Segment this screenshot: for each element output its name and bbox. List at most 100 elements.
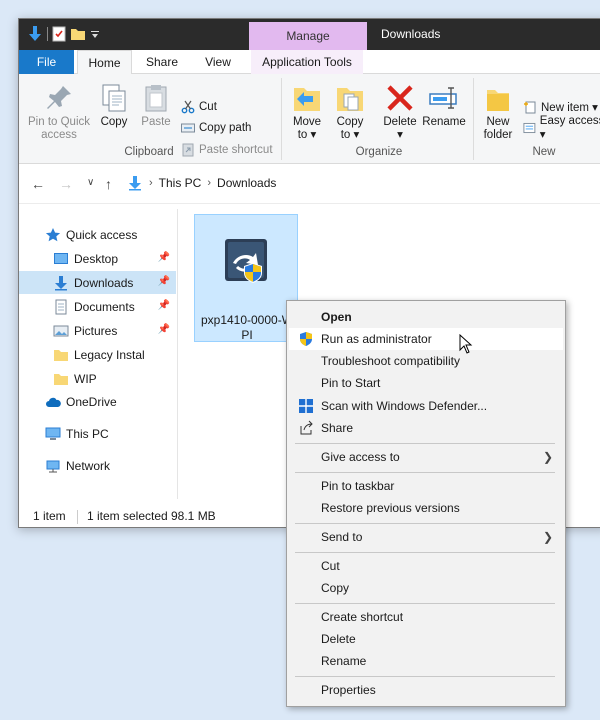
nav-item-onedrive[interactable]: OneDrive <box>19 390 176 413</box>
nav-item-desktop[interactable]: Desktop 📌 <box>19 247 176 270</box>
menu-item-troubleshoot-compatibility[interactable]: Troubleshoot compatibility <box>289 350 563 372</box>
properties-icon[interactable] <box>52 26 66 42</box>
pin-icon: 📌 <box>157 300 170 311</box>
menu-item-restore-previous-versions[interactable]: Restore previous versions <box>289 497 563 519</box>
copy-to-button[interactable]: Copy to ▾ <box>332 82 368 142</box>
nav-item-legacy-folder[interactable]: Legacy Install <box>19 343 176 366</box>
clipboard-group-label: Clipboard <box>124 146 174 158</box>
nav-item-documents[interactable]: Documents 📌 <box>19 295 176 318</box>
tab-home[interactable]: Home <box>77 50 132 75</box>
delete-x-icon <box>387 85 413 111</box>
new-item-button[interactable]: New item ▾ <box>523 98 598 116</box>
new-folder-big-icon <box>487 90 509 111</box>
nav-label-this-pc: This PC <box>66 426 109 441</box>
copy-path-button[interactable]: Copy path <box>181 119 251 137</box>
menu-item-give-access-to[interactable]: Give access to ❯ <box>289 446 563 468</box>
menu-label-give-access-to: Give access to <box>321 450 400 464</box>
breadcrumb-chevron-icon[interactable]: › <box>207 177 211 189</box>
menu-item-delete[interactable]: Delete <box>289 628 563 650</box>
nav-item-this-pc[interactable]: This PC <box>19 422 176 445</box>
desktop-icon <box>54 252 68 264</box>
scissors-icon <box>181 100 195 114</box>
tab-view[interactable]: View <box>193 50 243 74</box>
network-icon <box>46 460 60 472</box>
menu-separator <box>295 603 555 604</box>
recent-locations-chevron-icon[interactable]: ∨ <box>87 177 94 188</box>
new-item-label-word: New item <box>541 102 589 114</box>
rename-button[interactable]: Rename <box>421 82 467 129</box>
new-item-icon <box>524 101 536 114</box>
address-bar: ← → ∨ ↑ › This PC › Downloads <box>19 164 600 204</box>
tab-file[interactable]: File <box>19 50 74 74</box>
new-folder-icon[interactable] <box>70 27 86 41</box>
new-group-label: New <box>532 146 556 158</box>
ribbon-group-divider <box>281 78 282 160</box>
breadcrumb-this-pc[interactable]: This PC <box>159 176 202 190</box>
delete-button[interactable]: Delete ▾ <box>379 82 421 142</box>
cut-button[interactable]: Cut <box>181 98 217 116</box>
up-arrow-icon[interactable]: ↑ <box>105 176 112 192</box>
menu-separator <box>295 523 555 524</box>
copy-to-label-word: to <box>340 129 351 141</box>
window-title: Downloads <box>381 27 441 41</box>
paste-button[interactable]: Paste <box>137 82 175 129</box>
menu-item-pin-to-start[interactable]: Pin to Start <box>289 372 563 394</box>
breadcrumb-chevron-icon[interactable]: › <box>149 177 153 189</box>
menu-separator <box>295 552 555 553</box>
menu-item-pin-to-taskbar[interactable]: Pin to taskbar <box>289 475 563 497</box>
easy-access-button[interactable]: Easy access ▾ <box>523 115 600 141</box>
download-arrow-icon[interactable] <box>27 25 43 43</box>
pin-to-quick-access-button[interactable]: Pin to Quick access <box>25 82 93 142</box>
menu-item-run-as-administrator[interactable]: Run as administrator <box>289 328 563 350</box>
menu-item-create-shortcut[interactable]: Create shortcut <box>289 606 563 628</box>
pin-label-line1: Pin to Quick <box>28 116 90 128</box>
nav-item-network[interactable]: Network <box>19 454 176 477</box>
menu-item-cut[interactable]: Cut <box>289 555 563 577</box>
file-item-selected[interactable]: pxp1410-0000-W PI <box>194 214 298 342</box>
copy-path-icon <box>181 123 195 133</box>
nav-label-legacy: Legacy Install <box>74 347 144 362</box>
pane-divider <box>177 209 178 499</box>
back-arrow-icon[interactable]: ← <box>31 176 45 192</box>
menu-item-scan-with-defender[interactable]: Scan with Windows Defender... <box>289 395 563 417</box>
manage-context-tab[interactable]: Manage <box>249 22 367 50</box>
ribbon-group-divider <box>473 78 474 160</box>
documents-icon <box>55 299 67 314</box>
move-to-button[interactable]: Move to ▾ <box>289 82 325 142</box>
nav-item-wip-folder[interactable]: WIP <box>19 367 176 390</box>
tab-application-tools[interactable]: Application Tools <box>251 50 363 74</box>
folder-icon <box>54 373 68 385</box>
breadcrumb-downloads[interactable]: Downloads <box>217 176 276 190</box>
downloads-location-icon <box>129 176 141 191</box>
nav-item-pictures[interactable]: Pictures 📌 <box>19 319 176 342</box>
menu-item-properties[interactable]: Properties <box>289 679 563 701</box>
copy-button[interactable]: Copy <box>97 82 131 129</box>
status-item-count: 1 item <box>33 509 66 523</box>
nav-item-quick-access[interactable]: Quick access <box>19 223 176 246</box>
easy-access-icon <box>523 122 536 134</box>
menu-item-rename[interactable]: Rename <box>289 650 563 672</box>
defender-icon <box>299 399 313 413</box>
new-folder-button[interactable]: New folder <box>479 82 517 142</box>
move-to-label-line2: to ▾ <box>297 129 317 141</box>
copy-label: Copy <box>100 116 128 128</box>
tab-share[interactable]: Share <box>137 50 187 74</box>
menu-label-run-as-administrator: Run as administrator <box>321 332 432 346</box>
easy-access-label-word: Easy access <box>539 115 600 127</box>
customize-toolbar-icon[interactable] <box>90 28 100 40</box>
pin-icon: 📌 <box>157 324 170 335</box>
menu-separator <box>295 443 555 444</box>
nav-label-onedrive: OneDrive <box>66 394 117 409</box>
cut-label: Cut <box>199 101 217 113</box>
menu-item-copy[interactable]: Copy <box>289 577 563 599</box>
delete-label: Delete ▾ <box>383 116 417 141</box>
menu-item-send-to[interactable]: Send to ❯ <box>289 526 563 548</box>
nav-label-pictures: Pictures <box>74 323 118 338</box>
nav-item-downloads[interactable]: Downloads 📌 <box>19 271 176 294</box>
nav-label-quick-access: Quick access <box>66 227 138 242</box>
forward-arrow-icon[interactable]: → <box>59 176 73 192</box>
menu-item-open[interactable]: Open <box>289 306 563 328</box>
menu-item-share[interactable]: Share <box>289 417 563 439</box>
pin-icon: 📌 <box>157 252 170 263</box>
new-folder-label-line2: folder <box>483 129 513 141</box>
